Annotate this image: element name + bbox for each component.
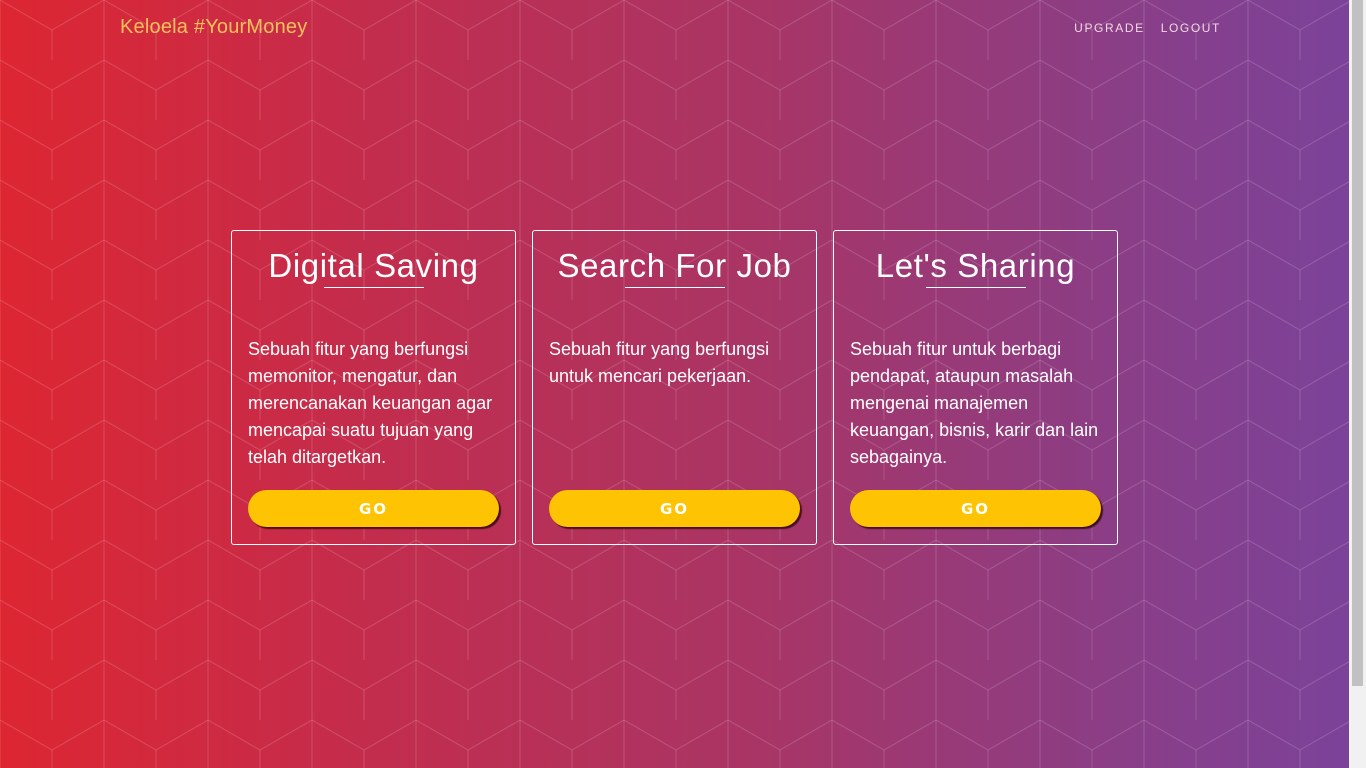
go-button-digital-saving[interactable]: GO [248, 490, 499, 527]
card-digital-saving: Digital Saving Sebuah fitur yang berfung… [231, 230, 516, 545]
card-description: Sebuah fitur untuk berbagi pendapat, ata… [850, 339, 1099, 467]
navbar: Keloela #YourMoney UPGRADE LOGOUT [0, 0, 1349, 56]
go-button-search-for-job[interactable]: GO [549, 490, 800, 527]
title-underline [926, 287, 1026, 288]
card-title: Search For Job [557, 247, 792, 284]
nav-link-upgrade[interactable]: UPGRADE [1074, 21, 1145, 35]
card-description: Sebuah fitur yang berfungsi untuk mencar… [549, 339, 770, 386]
brand-logo-link[interactable]: Keloela #YourMoney [120, 16, 307, 39]
card-search-for-job: Search For Job Sebuah fitur yang berfung… [532, 230, 817, 545]
card-title: Let's Sharing [875, 247, 1076, 284]
nav-links: UPGRADE LOGOUT [1074, 21, 1221, 35]
vertical-scrollbar[interactable] [1349, 0, 1366, 768]
feature-cards: Digital Saving Sebuah fitur yang berfung… [231, 230, 1118, 545]
go-button-lets-sharing[interactable]: GO [850, 490, 1101, 527]
card-title: Digital Saving [268, 247, 479, 284]
title-underline [324, 287, 424, 288]
card-lets-sharing: Let's Sharing Sebuah fitur untuk berbagi… [833, 230, 1118, 545]
card-description: Sebuah fitur yang berfungsi memonitor, m… [248, 339, 493, 467]
nav-link-logout[interactable]: LOGOUT [1161, 21, 1221, 35]
title-underline [625, 287, 725, 288]
scrollbar-thumb[interactable] [1352, 0, 1363, 686]
